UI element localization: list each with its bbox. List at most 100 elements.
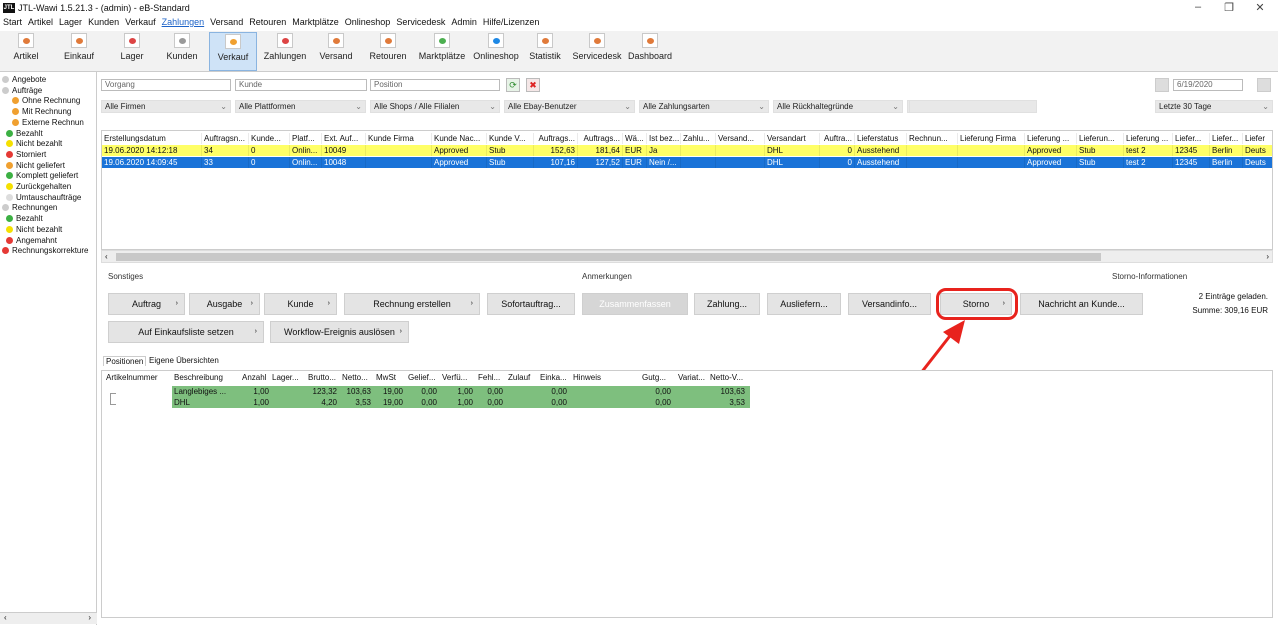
sidebar-item[interactable]: Nicht bezahlt (6, 139, 62, 148)
column-header[interactable]: Zulauf (508, 373, 538, 382)
scroll-left-icon[interactable]: ‹ (105, 252, 108, 261)
grid-horizontal-scrollbar[interactable]: ‹ › (101, 250, 1273, 263)
column-header[interactable]: Hinweis (573, 373, 639, 382)
menu-versand[interactable]: Versand (209, 17, 244, 31)
versandinfo-button[interactable]: Versandinfo... (848, 293, 931, 315)
column-header[interactable]: Verfü... (442, 373, 476, 382)
auftrag-button[interactable]: Auftrag › (108, 293, 185, 315)
column-header[interactable]: Wä... (623, 133, 647, 144)
column-header[interactable]: Netto... (342, 373, 374, 382)
sidebar-scrollbar[interactable]: ‹ › (0, 612, 97, 624)
column-header[interactable]: Kunde Nac... (432, 133, 487, 144)
restore-icon[interactable]: ❐ (1219, 1, 1239, 14)
table-row[interactable]: Langlebiges ... 1,00 123,32 103,63 19,00 0,00… (172, 386, 750, 397)
column-header[interactable]: Erstellungsdatum (102, 133, 202, 144)
column-header[interactable]: Ext. Auf... (322, 133, 366, 144)
menu-lager[interactable]: Lager (58, 17, 83, 31)
zahlung-button[interactable]: Zahlung... (694, 293, 760, 315)
column-header[interactable]: Liefer... (1173, 133, 1210, 144)
table-row[interactable]: 19.06.2020 14:12:18 34 0 Onlin... 10049 Appro… (102, 145, 1272, 156)
ribbon-dashboard-button[interactable]: Dashboard (625, 32, 675, 71)
ribbon-retouren-button[interactable]: Retouren (364, 32, 412, 71)
table-row[interactable]: DHL 1,00 4,20 3,53 19,00 0,00 1,00 0,00 0,00 0,00… (172, 397, 750, 408)
column-header[interactable]: Liefer (1243, 133, 1272, 144)
column-header[interactable]: Liefer... (1210, 133, 1243, 144)
sidebar-item[interactable]: Komplett geliefert (6, 171, 78, 180)
vorgang-search-input[interactable]: Vorgang (101, 79, 231, 91)
ausgabe-button[interactable]: Ausgabe › (189, 293, 260, 315)
column-header[interactable]: Auftragsn... (202, 133, 249, 144)
column-header[interactable]: Gelief... (408, 373, 440, 382)
ribbon-zahlungen-button[interactable]: Zahlungen (258, 32, 312, 71)
menu-hilfe[interactable]: Hilfe/Lizenzen (482, 17, 541, 31)
ribbon-servicedesk-button[interactable]: Servicedesk (570, 32, 624, 71)
ribbon-verkauf-button[interactable]: Verkauf (209, 32, 257, 71)
minimize-icon[interactable]: – (1188, 1, 1208, 13)
kunde-search-input[interactable]: Kunde (235, 79, 367, 91)
menu-verkauf[interactable]: Verkauf (124, 17, 157, 31)
ribbon-artikel-button[interactable]: Artikel (6, 32, 46, 71)
column-header[interactable]: Rechnun... (907, 133, 958, 144)
menu-zahlungen[interactable]: Zahlungen (161, 17, 206, 31)
ribbon-onlineshop-button[interactable]: Onlineshop (470, 32, 522, 71)
sidebar-item[interactable]: Mit Rechnung (12, 107, 71, 116)
rechnung-erstellen-button[interactable]: Rechnung erstellen › (344, 293, 480, 315)
column-header[interactable]: Gutg... (642, 373, 674, 382)
menu-servicedesk[interactable]: Servicedesk (395, 17, 446, 31)
menu-onlineshop[interactable]: Onlineshop (344, 17, 392, 31)
column-header[interactable]: Kunde Firma (366, 133, 432, 144)
tab-eigene-uebersichten[interactable]: Eigene Übersichten (147, 356, 221, 365)
menu-marktplaetze[interactable]: Marktplätze (291, 17, 340, 31)
column-header[interactable]: Beschreibung (174, 373, 241, 382)
column-header[interactable]: MwSt (376, 373, 406, 382)
sidebar-item[interactable]: Externe Rechnun (12, 118, 84, 127)
column-header[interactable]: Kunde... (249, 133, 290, 144)
column-header[interactable]: Lager... (272, 373, 308, 382)
menu-admin[interactable]: Admin (450, 17, 478, 31)
column-header[interactable]: Variat... (678, 373, 708, 382)
refresh-icon[interactable]: ⟳ (506, 78, 520, 92)
sidebar-item[interactable]: Umtauschaufträge (6, 193, 81, 202)
filter-dropdown[interactable]: Alle Rückhaltegründe ⌄ (773, 100, 903, 113)
tab-positionen[interactable]: Positionen (103, 356, 147, 366)
column-header[interactable]: Auftra... (820, 133, 855, 144)
column-header[interactable]: Lieferung ... (1124, 133, 1173, 144)
date-field[interactable]: 6/19/2020 (1173, 79, 1243, 91)
menu-start[interactable]: Start (2, 17, 23, 31)
sidebar-item[interactable]: Storniert (6, 150, 46, 159)
close-icon[interactable]: ✕ (1250, 1, 1270, 14)
workflow-button[interactable]: Workflow-Ereignis auslösen › (270, 321, 409, 343)
column-header[interactable]: Lieferstatus (855, 133, 907, 144)
sidebar-item[interactable]: Angemahnt (6, 236, 57, 245)
filter-dropdown[interactable] (909, 100, 1037, 113)
sidebar-item[interactable]: Rechnungskorrekture (2, 246, 88, 255)
clear-filter-icon[interactable]: ✖ (526, 78, 540, 92)
sidebar-item[interactable]: Ohne Rechnung (12, 96, 80, 105)
scroll-right-icon[interactable]: › (88, 613, 91, 622)
column-header[interactable]: Einka... (540, 373, 570, 382)
column-header[interactable]: Auftrags... (578, 133, 623, 144)
ribbon-kunden-button[interactable]: Kunden (160, 32, 204, 71)
column-header[interactable]: Ist bez... (647, 133, 681, 144)
date-next-icon[interactable] (1257, 78, 1271, 92)
scroll-right-icon[interactable]: › (1266, 252, 1269, 261)
ribbon-marktplätze-button[interactable]: Marktplätze (414, 32, 470, 71)
ribbon-einkauf-button[interactable]: Einkauf (52, 32, 106, 71)
kunde-button[interactable]: Kunde › (264, 293, 337, 315)
sofortauftrag-button[interactable]: Sofortauftrag... (487, 293, 575, 315)
einkaufsliste-button[interactable]: Auf Einkaufsliste setzen › (108, 321, 264, 343)
filter-dropdown[interactable]: Alle Zahlungsarten ⌄ (639, 100, 769, 113)
sidebar-item[interactable]: Rechnungen (2, 203, 57, 212)
menu-artikel[interactable]: Artikel (27, 17, 54, 31)
sidebar-item[interactable]: Zurückgehalten (6, 182, 71, 191)
column-header[interactable]: Lieferun... (1077, 133, 1124, 144)
column-header[interactable]: Artikelnummer (106, 373, 172, 382)
filter-dropdown[interactable]: Alle Firmen ⌄ (101, 100, 231, 113)
scroll-left-icon[interactable]: ‹ (4, 613, 7, 622)
column-header[interactable]: Versandart (765, 133, 820, 144)
column-header[interactable]: Netto-V... (710, 373, 748, 382)
position-search-input[interactable]: Position (370, 79, 500, 91)
scroll-thumb[interactable] (116, 253, 1101, 261)
menu-retouren[interactable]: Retouren (248, 17, 287, 31)
column-header[interactable]: Kunde V... (487, 133, 534, 144)
